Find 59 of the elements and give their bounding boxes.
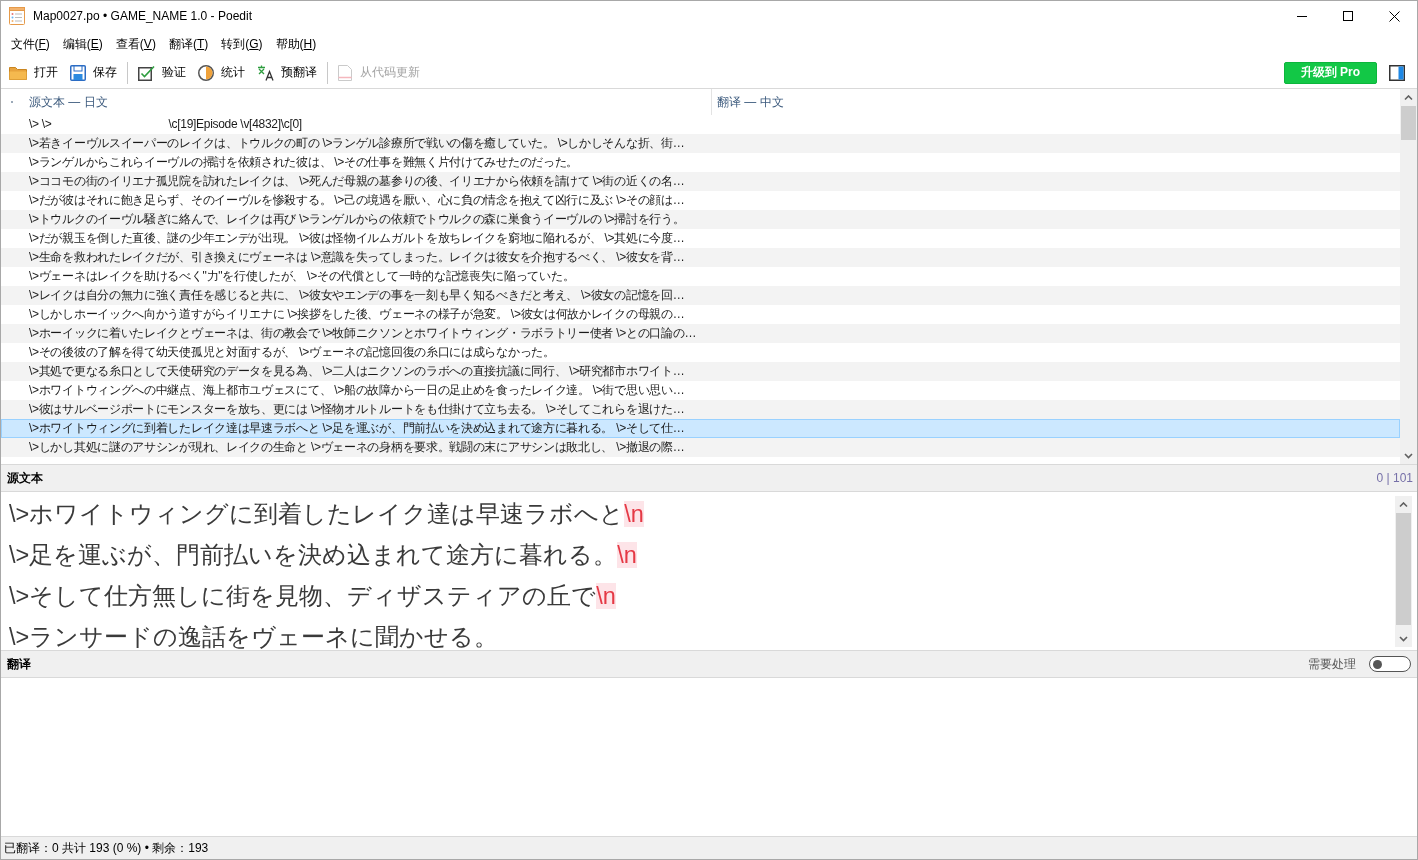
scrollbar-thumb[interactable] <box>1401 106 1416 140</box>
scroll-down-icon[interactable] <box>1399 635 1408 642</box>
list-row[interactable]: \>その後彼の了解を得て幼天使孤児と対面するが、 \>ヴェーネの記憶回復の糸口には成らなかった。 <box>1 343 1400 362</box>
list-row[interactable]: \>其処で更なる糸口として天使研究のデータを見る為、 \>二人はニクソンのラボへの直接抗議に同行、 \>研究都市ホワイト… <box>1 362 1400 381</box>
toggle-label: 需要处理 <box>1308 655 1356 673</box>
column-header[interactable]: 源文本 — 日文 <box>29 93 108 111</box>
list-row[interactable]: \>若きイーヴルスイーパーのレイクは、トウルクの町の \>ランゲル診療所で戦いの傷を癒していた。 \>しかしそんな折、街… <box>1 134 1400 153</box>
source-line: \>足を運ぶが、門前払いを決め込まれて途方に暮れる。\n <box>9 541 637 570</box>
sidebar-toggle-button[interactable] <box>1389 64 1405 81</box>
source-line: \>そして仕方無しに街を見物、ディザスティアの丘で\n <box>9 582 616 611</box>
source-line: \>ホワイトウィングに到着したレイク達は早速ラボへと\n <box>9 500 644 529</box>
menu-item[interactable]: 编辑(E) <box>56 32 110 56</box>
close-icon <box>1388 10 1400 22</box>
toggle-switch[interactable] <box>1369 656 1411 672</box>
scroll-up-icon[interactable] <box>1399 501 1408 508</box>
list-row[interactable]: \>生命を救われたレイクだが、引き換えにヴェーネは \>意識を失ってしまった。レイクは彼女を介抱するべく、 \>彼女を背… <box>1 248 1400 267</box>
list-row[interactable]: \>だが親玉を倒した直後、謎の少年エンデが出現。 \>彼は怪物イルムガルトを放ちレイクを窮地に陥れるが、 \>其処に今度… <box>1 229 1400 248</box>
entry-counter: 0 | 101 <box>1376 471 1413 485</box>
toolbar-button[interactable]: 预翻译 <box>252 62 322 83</box>
checkbox-icon <box>138 64 155 81</box>
toolbar-button[interactable]: 统计 <box>193 62 250 83</box>
list-row[interactable]: \>ホワイトウィングへの中継点、海上都市ユヴェスにて、 \>船の故障から一日の足止めを食ったレイク達。 \>街で思い思い… <box>1 381 1400 400</box>
list-row[interactable]: \>ヴェーネはレイクを助けるべく"力"を行使したが、 \>その代償として一時的な記憶喪失に陥っていた。 <box>1 267 1400 286</box>
folder-icon <box>9 65 27 80</box>
menu-item[interactable]: 转到(G) <box>214 32 270 56</box>
list-row[interactable]: \>ココモの街のイリエナ孤児院を訪れたレイクは、 \>死んだ母親の墓参りの後、イリエナから依頼を請けて \>街の近くの名… <box>1 172 1400 191</box>
translate-icon <box>257 64 274 81</box>
panel-title: 源文本 <box>7 469 43 487</box>
list-row[interactable]: \>レイクは自分の無力に強く責任を感じると共に、 \>彼女やエンデの事を一刻も早く知るべきだと考え、 \>彼女の記憶を回… <box>1 286 1400 305</box>
list-row[interactable]: \>しかし其処に謎のアサシンが現れ、レイクの生命と \>ヴェーネの身柄を要求。戦闘の末にアサシンは敗北し、 \>撤退の際… <box>1 438 1400 457</box>
minimize-icon <box>1297 15 1307 17</box>
list-row[interactable]: \>だが彼はそれに飽き足らず、そのイーヴルを惨殺する。 \>己の境遇を厭い、心に負の情念を抱えて凶行に及ぶ \>その顔は… <box>1 191 1400 210</box>
list-row[interactable]: \>しかしホーイックへ向かう道すがらイリエナに \>挨拶をした後、ヴェーネの様子が急変。 \>彼女は何故かレイクの母親の… <box>1 305 1400 324</box>
list-row[interactable]: \>トウルクのイーヴル騒ぎに絡んで、レイクは再び \>ランゲルからの依頼でトウルクの森に巣食うイーヴルの \>掃討を行う。 <box>1 210 1400 229</box>
document-icon <box>338 64 353 81</box>
list-row[interactable]: \> \> \c[19]Episode \v[4832]\c[0] <box>1 115 1400 134</box>
status-text: 已翻译：0 共计 193 (0 %) • 剩余：193 <box>4 839 209 857</box>
maximize-icon <box>1343 11 1353 21</box>
pie-chart-icon <box>198 64 214 81</box>
panel-title: 翻译 <box>7 655 32 673</box>
scrollbar-thumb[interactable] <box>1396 513 1411 625</box>
list-row[interactable]: \>彼はサルベージポートにモンスターを放ち、更には \>怪物オルトルートをも仕掛けて立ち去る。 \>そしてこれらを退けた… <box>1 400 1400 419</box>
list-row[interactable]: \>ホワイトウィングに到着したレイク達は早速ラボへと \>足を運ぶが、門前払いを決め込まれて途方に暮れる。 \>そして仕… <box>1 419 1400 438</box>
column-header[interactable]: 翻译 — 中文 <box>717 93 784 111</box>
scroll-up-icon[interactable] <box>1404 94 1413 101</box>
menu-item[interactable]: 查看(V) <box>109 32 163 56</box>
window-title: Map0027.po • GAME_NAME 1.0 - Poedit <box>33 9 253 23</box>
notebook-icon <box>9 7 25 25</box>
list-row[interactable]: \>ホーイックに着いたレイクとヴェーネは、街の教会で \>牧師ニクソンとホワイトウィング・ラボラトリー使者 \>との口論の… <box>1 324 1400 343</box>
menu-item[interactable]: 翻译(T) <box>162 32 215 56</box>
toolbar-button[interactable]: 打开 <box>4 62 63 83</box>
source-line: \>ランサードの逸話をヴェーネに聞かせる。 <box>9 623 499 650</box>
menu-item[interactable]: 文件(F) <box>4 32 57 56</box>
sidebar-icon <box>1389 64 1405 81</box>
scroll-down-icon[interactable] <box>1404 452 1413 459</box>
toolbar-button[interactable]: 保存 <box>65 62 122 83</box>
toolbar-button[interactable]: 验证 <box>133 62 191 83</box>
menu-item[interactable]: 帮助(H) <box>269 32 323 56</box>
list-row[interactable]: \>ランゲルからこれらイーヴルの掃討を依頼された彼は、 \>その仕事を難無く片付けてみせたのだった。 <box>1 153 1400 172</box>
